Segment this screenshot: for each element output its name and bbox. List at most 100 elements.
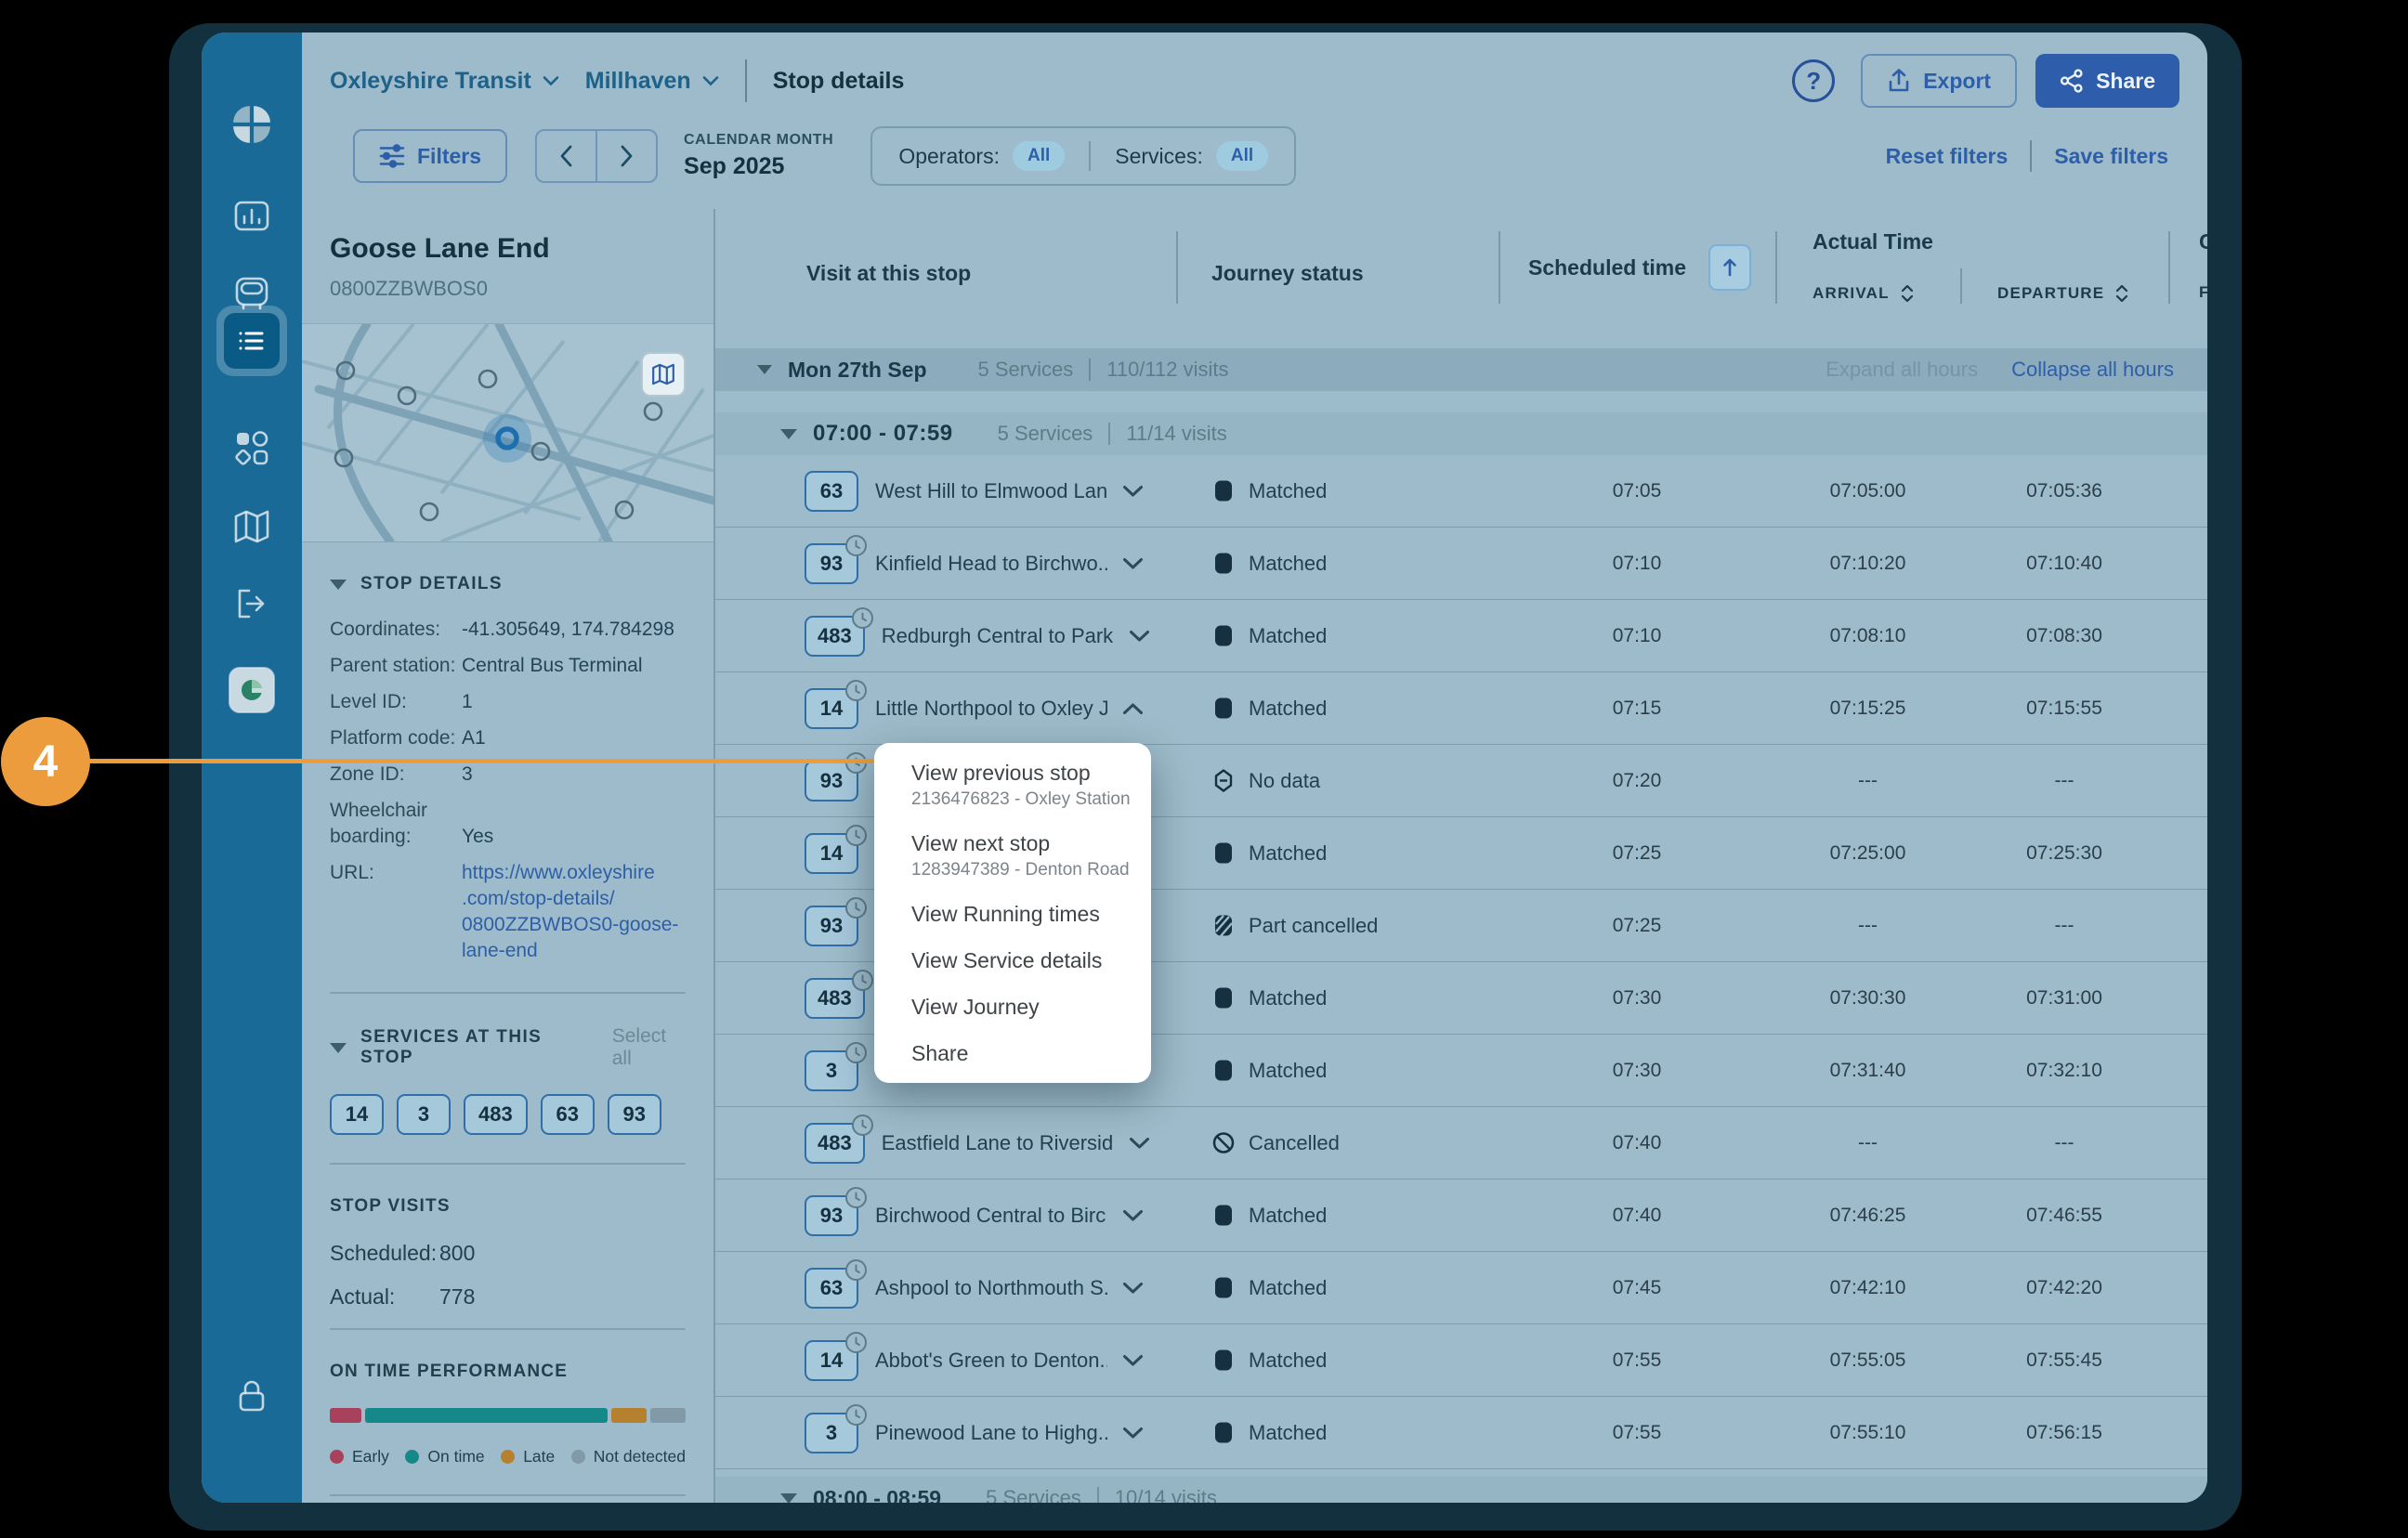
expand-all-hours-button[interactable]: Expand all hours	[1826, 358, 1978, 382]
column-arrival[interactable]: ARRIVAL	[1813, 283, 1914, 304]
scheduled-time: 07:45	[1498, 1277, 1775, 1299]
menu-item-label: View Journey	[911, 993, 1114, 1022]
hour-group-row[interactable]: 07:00 - 07:59 5 Services 11/14 visits	[715, 412, 2207, 455]
chevron-down-icon[interactable]	[1129, 630, 1150, 643]
visit-row[interactable]: 483Redburgh Central to Park...Matched07:…	[715, 600, 2207, 672]
stop-url-link[interactable]: https://www.oxleyshire .com/stop-details…	[462, 860, 678, 964]
journey-status-cell: Matched	[1176, 1203, 1498, 1228]
journey-status-cell: Matched	[1176, 841, 1498, 866]
day-services-count: 5 Services	[978, 358, 1074, 382]
day-group-row[interactable]: Mon 27th Sep 5 Services 110/112 visits E…	[715, 348, 2207, 391]
visit-row[interactable]: 14Little Northpool to Oxley J...Matched0…	[715, 672, 2207, 745]
visit-row[interactable]: 483Eastfield Lane to Riversid...Cancelle…	[715, 1107, 2207, 1180]
route-badge: 483	[805, 978, 865, 1019]
column-divider	[2168, 231, 2170, 304]
menu-item-label: View next stop	[911, 829, 1114, 858]
section-divider	[330, 1163, 686, 1165]
hour-visits-count: 11/14 visits	[1126, 422, 1226, 446]
meta-divider	[1089, 358, 1091, 381]
breadcrumb-region[interactable]: Millhaven	[585, 68, 719, 95]
annotation-callout-line	[56, 759, 874, 763]
chevron-down-icon[interactable]	[1122, 1354, 1144, 1367]
scheduled-time: 07:15	[1498, 697, 1775, 720]
services-shapes-icon[interactable]	[229, 426, 274, 471]
journey-status-label: Matched	[1249, 1276, 1327, 1300]
help-button[interactable]: ?	[1792, 59, 1835, 102]
visit-row[interactable]: 63Ashpool to Northmouth S...Matched07:45…	[715, 1252, 2207, 1324]
services-section-header[interactable]: SERVICES AT THIS STOP Select all	[330, 1025, 686, 1070]
open-map-button[interactable]	[641, 352, 686, 397]
actual-arrival-time: 07:08:10	[1775, 625, 1960, 647]
operators-label: Operators:	[898, 144, 1000, 169]
actual-departure-time: 07:56:15	[1960, 1422, 2168, 1444]
chevron-down-icon[interactable]	[1122, 1209, 1144, 1222]
service-badge[interactable]: 63	[541, 1094, 595, 1135]
map-icon[interactable]	[229, 504, 274, 549]
chevron-right-icon	[620, 145, 634, 167]
visit-name: Birchwood Central to Birc...	[875, 1204, 1107, 1228]
menu-item-share[interactable]: Share	[874, 1039, 1151, 1068]
service-badge[interactable]: 93	[608, 1094, 661, 1135]
visit-row[interactable]: 93Birchwood Central to Birc...Matched07:…	[715, 1180, 2207, 1252]
stop-map[interactable]	[302, 323, 713, 542]
reset-filters-button[interactable]: Reset filters	[1886, 144, 2009, 169]
dashboard-charts-icon[interactable]	[229, 193, 274, 238]
menu-item-view-journey[interactable]: View Journey	[874, 993, 1151, 1022]
actual-arrival-time: ---	[1775, 915, 1960, 937]
sort-updown-icon	[2115, 283, 2128, 304]
share-button[interactable]: Share	[2035, 54, 2179, 108]
service-badge[interactable]: 483	[464, 1094, 528, 1135]
breadcrumb-operator[interactable]: Oxleyshire Transit	[330, 68, 559, 95]
section-divider	[330, 1494, 686, 1496]
menu-item-view-previous-stop[interactable]: View previous stop2136476823 - Oxley Sta…	[874, 759, 1151, 812]
pinwheel-logo-icon	[229, 102, 274, 147]
next-hour-group-row[interactable]: 08:00 - 08:59 5 Services 10/14 visits	[715, 1477, 2207, 1503]
route-badge: 93	[805, 1195, 858, 1236]
sort-arrow-up-icon	[1721, 257, 1738, 278]
chevron-down-icon[interactable]	[1122, 1282, 1144, 1295]
stop-details-panel: Goose Lane End 0800ZZBWBOS0	[302, 209, 715, 1503]
next-month-button[interactable]	[595, 131, 656, 181]
collapse-caret-icon	[330, 1043, 347, 1053]
chevron-down-icon[interactable]	[1122, 1427, 1144, 1440]
column-departure[interactable]: DEPARTURE	[1997, 283, 2128, 304]
journey-status-cell: Matched	[1176, 478, 1498, 503]
chevron-down-icon[interactable]	[1122, 557, 1144, 570]
visit-row[interactable]: 93Kinfield Head to Birchwo...Matched07:1…	[715, 528, 2207, 600]
save-filters-button[interactable]: Save filters	[2054, 144, 2168, 169]
export-button[interactable]: Export	[1861, 54, 2017, 108]
filters-button[interactable]: Filters	[353, 129, 507, 183]
menu-item-label: View Service details	[911, 946, 1114, 975]
stop-details-section-header[interactable]: STOP DETAILS	[330, 574, 686, 594]
visit-name: Pinewood Lane to Highg...	[875, 1421, 1107, 1445]
stop-visits-row: Actual:778	[330, 1284, 686, 1310]
topbar: Oxleyshire Transit Millhaven Stop detail…	[302, 33, 2207, 116]
route-badge: 14	[805, 1340, 858, 1381]
menu-item-view-service-details[interactable]: View Service details	[874, 946, 1151, 975]
logout-icon[interactable]	[229, 581, 274, 626]
status-partcancelled-icon	[1212, 913, 1235, 938]
menu-item-view-running-times[interactable]: View Running times	[874, 900, 1151, 929]
visit-row[interactable]: 63West Hill to Elmwood Lan...Matched07:0…	[715, 455, 2207, 528]
menu-item-view-next-stop[interactable]: View next stop1283947389 - Denton Road	[874, 829, 1151, 882]
select-all-button[interactable]: Select all	[612, 1025, 686, 1070]
legend-label: Late	[523, 1447, 555, 1466]
chevron-up-icon[interactable]	[1122, 702, 1144, 715]
chevron-down-icon[interactable]	[1122, 485, 1144, 498]
visit-row[interactable]: 3Pinewood Lane to Highg...Matched07:5507…	[715, 1397, 2207, 1469]
field-value: 1	[462, 689, 473, 715]
previous-month-button[interactable]	[537, 131, 595, 181]
service-badge[interactable]: 14	[330, 1094, 384, 1135]
service-badge[interactable]: 3	[397, 1094, 451, 1135]
collapse-all-hours-button[interactable]: Collapse all hours	[2011, 358, 2174, 382]
partner-app-icon[interactable]	[226, 664, 278, 716]
operators-services-filter[interactable]: Operators: All Services: All	[870, 126, 1296, 186]
services-label: Services:	[1115, 144, 1203, 169]
visit-row[interactable]: 14Abbot's Green to Denton...Matched07:55…	[715, 1324, 2207, 1397]
actual-departure-time: 07:25:30	[1960, 842, 2168, 865]
sort-scheduled-button[interactable]	[1708, 244, 1751, 291]
chevron-down-icon	[702, 75, 719, 86]
sidebar-item-stop-list-active[interactable]	[216, 306, 287, 376]
chevron-down-icon[interactable]	[1129, 1137, 1150, 1150]
visit-name: Kinfield Head to Birchwo...	[875, 552, 1107, 576]
